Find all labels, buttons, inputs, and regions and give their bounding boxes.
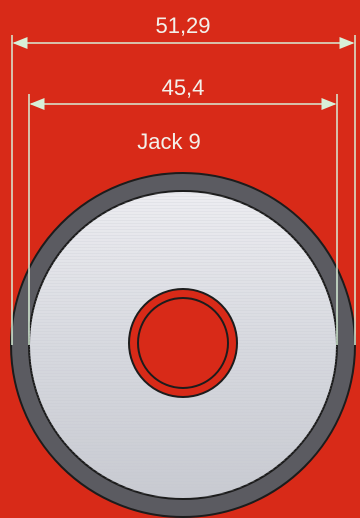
outer-dimension-value: 51,29 <box>155 13 210 38</box>
part-label: Jack 9 <box>137 129 201 154</box>
center-hole <box>128 288 238 398</box>
inner-dimension-value: 45,4 <box>162 75 205 100</box>
drawing-canvas: 51,29 45,4 Jack 9 <box>10 13 356 518</box>
technical-drawing: 51,29 45,4 Jack 9 <box>0 0 360 518</box>
